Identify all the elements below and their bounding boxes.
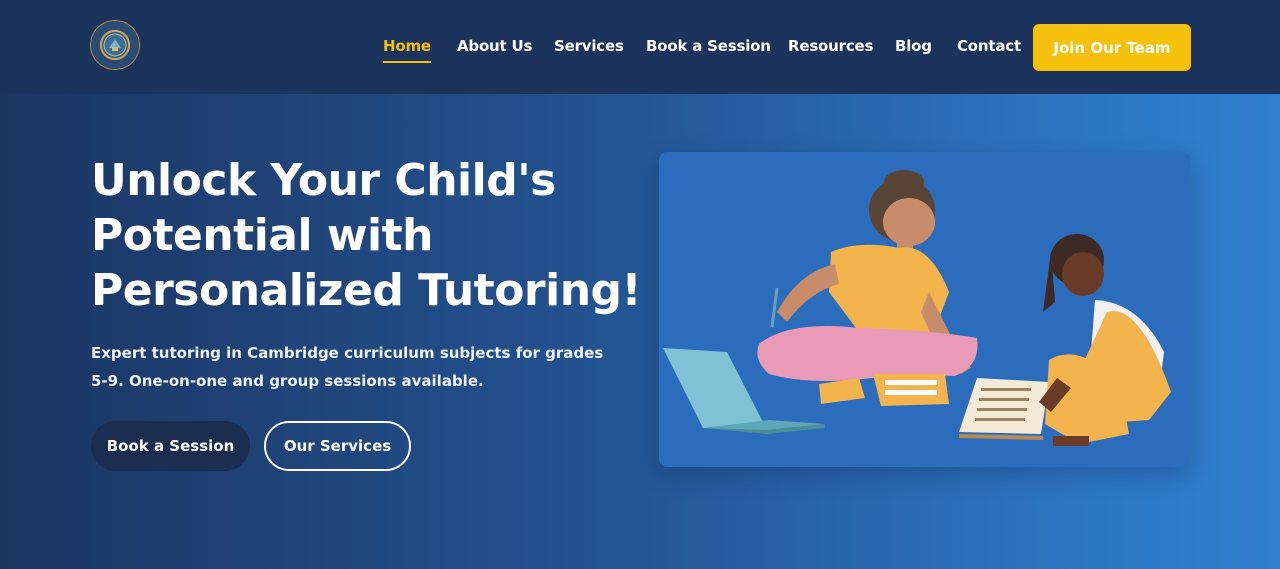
nav-link-about-us[interactable]: About Us <box>457 37 532 55</box>
tutor-and-student-illustration <box>663 170 1171 446</box>
hero-illustration-card <box>659 152 1190 467</box>
hero-title-line-1: Unlock Your Child's <box>91 155 556 206</box>
hero-subtitle: Expert tutoring in Cambridge curriculum … <box>91 339 631 395</box>
tutor-figure <box>757 170 978 406</box>
join-our-team-button[interactable]: Join Our Team <box>1033 24 1191 71</box>
nav-link-blog[interactable]: Blog <box>895 37 932 55</box>
hero-subtitle-line-2: 5-9. One-on-one and group sessions avail… <box>91 372 484 390</box>
book-a-session-button[interactable]: Book a Session <box>91 421 250 471</box>
hero-title-line-2: Potential with <box>91 210 433 261</box>
nav-link-contact[interactable]: Contact <box>957 37 1021 55</box>
open-book-illustration <box>959 378 1049 440</box>
nav-link-book-a-session[interactable]: Book a Session <box>646 37 771 55</box>
nav-link-services[interactable]: Services <box>554 37 624 55</box>
hero-title-line-3: Personalized Tutoring! <box>91 265 642 316</box>
student-figure <box>1039 234 1171 446</box>
hero-title: Unlock Your Child's Potential with Perso… <box>91 153 651 318</box>
nav-link-resources[interactable]: Resources <box>788 37 873 55</box>
hero-subtitle-line-1: Expert tutoring in Cambridge curriculum … <box>91 344 604 362</box>
our-services-button[interactable]: Our Services <box>264 421 411 471</box>
nav-link-home[interactable]: Home <box>383 37 431 63</box>
navbar: Home About Us Services Book a Session Re… <box>0 0 1280 94</box>
